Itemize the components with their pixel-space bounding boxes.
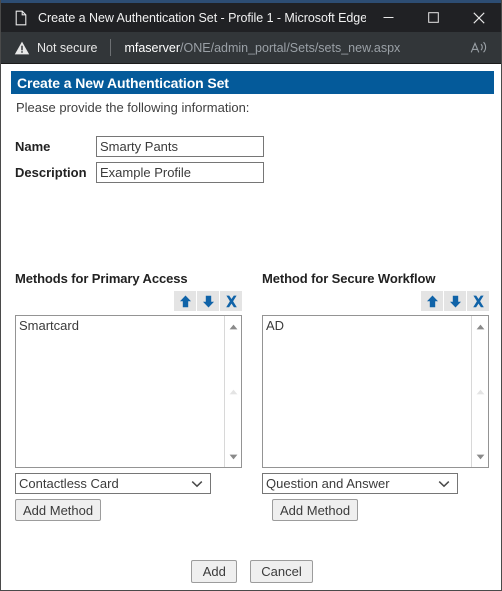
url-path: /ONE/admin_portal/Sets/sets_new.aspx <box>180 40 401 55</box>
security-status-label: Not secure <box>37 40 98 55</box>
primary-access-heading: Methods for Primary Access <box>15 271 188 286</box>
primary-add-method-button[interactable]: Add Method <box>15 499 102 521</box>
secure-workflow-column: Method for Secure Workflow AD Question a… <box>262 271 489 521</box>
secure-workflow-listbox[interactable]: AD <box>262 315 489 468</box>
read-aloud-icon[interactable] <box>463 32 495 63</box>
scroll-up-icon[interactable] <box>225 318 241 335</box>
minimize-button[interactable] <box>366 3 411 32</box>
description-label: Description <box>15 165 87 180</box>
scroll-up-icon[interactable] <box>472 318 488 335</box>
secure-add-method-button[interactable]: Add Method <box>272 499 359 521</box>
form-fields: Name Description <box>15 136 264 188</box>
move-down-icon[interactable] <box>197 291 219 311</box>
remove-icon[interactable] <box>220 291 242 311</box>
secure-method-dropdown[interactable]: Question and Answer <box>262 473 458 494</box>
move-down-icon[interactable] <box>444 291 466 311</box>
secure-workflow-list-items: AD <box>263 316 471 467</box>
name-field-row: Name <box>15 136 264 157</box>
chevron-down-icon <box>191 480 207 488</box>
title-bar: Create a New Authentication Set - Profil… <box>1 3 501 32</box>
add-button[interactable]: Add <box>191 560 238 583</box>
secure-method-dropdown-value: Question and Answer <box>266 476 390 491</box>
cancel-button[interactable]: Cancel <box>250 560 313 583</box>
primary-method-dropdown-value: Contactless Card <box>19 476 119 491</box>
intro-instruction-text: Please provide the following information… <box>16 100 250 115</box>
secure-workflow-heading: Method for Secure Workflow <box>262 271 436 286</box>
move-up-icon[interactable] <box>421 291 443 311</box>
primary-access-icon-row <box>15 291 242 311</box>
scroll-down-icon[interactable] <box>225 448 241 465</box>
list-item[interactable]: Smartcard <box>19 318 224 334</box>
name-label: Name <box>15 139 51 154</box>
warning-triangle-icon <box>14 40 30 56</box>
primary-method-dropdown[interactable]: Contactless Card <box>15 473 211 494</box>
primary-access-column: Methods for Primary Access Smartcard Con… <box>15 271 242 521</box>
window-title: Create a New Authentication Set - Profil… <box>38 10 366 25</box>
close-button[interactable] <box>456 3 501 32</box>
scroll-down-icon[interactable] <box>472 448 488 465</box>
chevron-down-icon <box>438 480 454 488</box>
address-bar[interactable]: Not secure mfaserver/ONE/admin_portal/Se… <box>1 32 501 64</box>
list-item[interactable]: AD <box>266 318 471 334</box>
browser-window: Create a New Authentication Set - Profil… <box>0 0 502 591</box>
description-field-row: Description <box>15 162 264 183</box>
description-input[interactable] <box>96 162 264 183</box>
address-bar-divider <box>110 39 112 56</box>
maximize-button[interactable] <box>411 3 456 32</box>
security-status-chip[interactable]: Not secure <box>14 40 97 56</box>
scroll-thumb-icon[interactable] <box>225 384 241 401</box>
url-text[interactable]: mfaserver/ONE/admin_portal/Sets/sets_new… <box>124 41 463 55</box>
secure-listbox-scrollbar[interactable] <box>471 316 488 467</box>
name-input[interactable] <box>96 136 264 157</box>
footer-buttons: Add Cancel <box>1 560 501 583</box>
scroll-thumb-icon[interactable] <box>472 384 488 401</box>
primary-access-list-items: Smartcard <box>16 316 224 467</box>
secure-workflow-icon-row <box>262 291 489 311</box>
document-icon <box>13 10 29 26</box>
page-content: Create a New Authentication Set Please p… <box>1 64 501 590</box>
primary-access-listbox[interactable]: Smartcard <box>15 315 242 468</box>
url-host: mfaserver <box>124 40 181 55</box>
primary-listbox-scrollbar[interactable] <box>224 316 241 467</box>
page-title: Create a New Authentication Set <box>11 71 494 94</box>
remove-icon[interactable] <box>467 291 489 311</box>
move-up-icon[interactable] <box>174 291 196 311</box>
